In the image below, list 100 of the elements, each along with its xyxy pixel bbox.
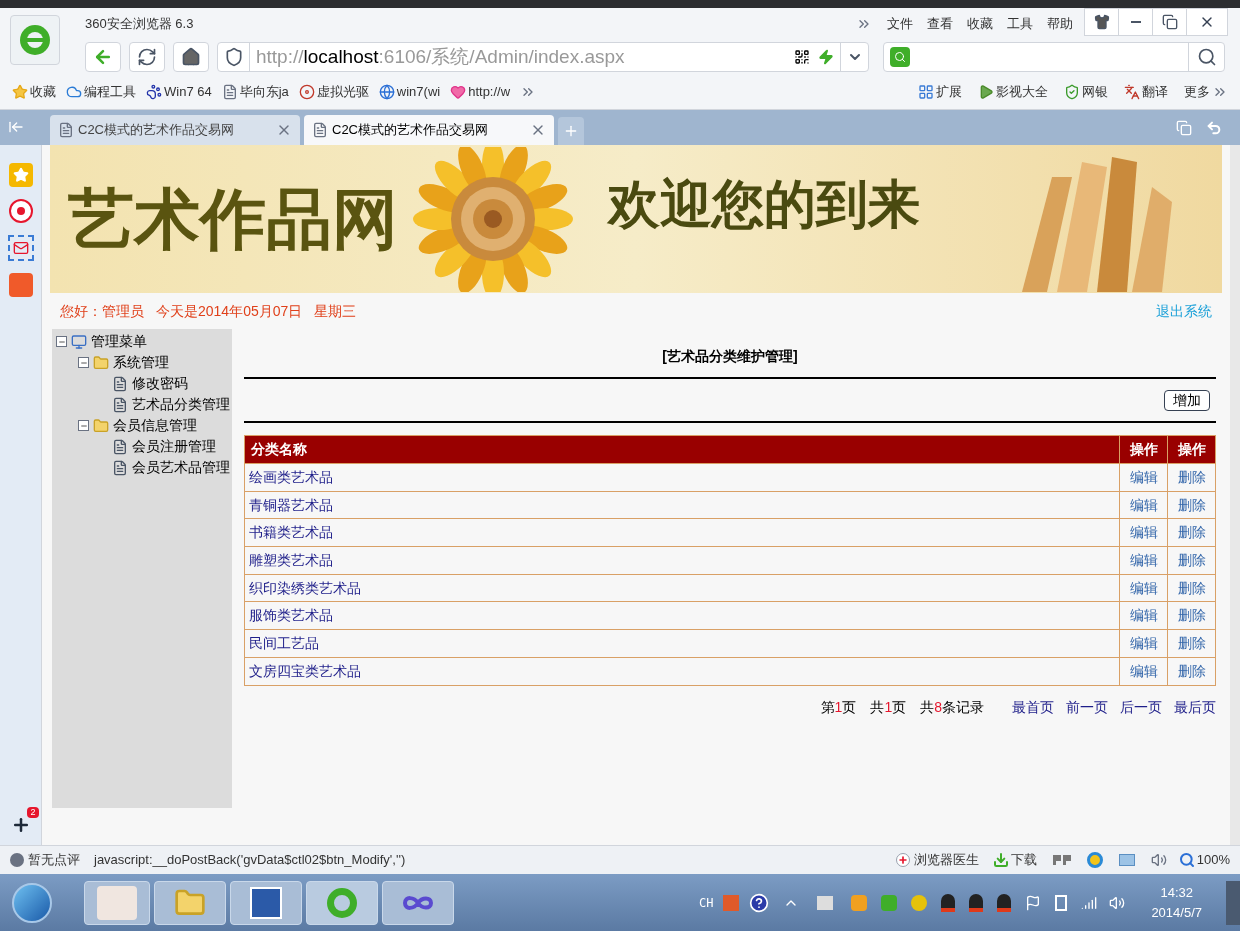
pager-link[interactable]: 后一页 xyxy=(1120,697,1162,718)
lightning-icon[interactable] xyxy=(818,49,834,65)
page-icon xyxy=(112,459,128,476)
address-bar[interactable]: http://localhost:6106/系统/Admin/index.aspx xyxy=(217,42,869,72)
bookmark-item[interactable]: http://w xyxy=(450,81,511,102)
table-cell: 绘画类艺术品 xyxy=(244,463,1120,492)
toolbar-item[interactable]: 翻译 xyxy=(1124,81,1168,102)
pager-link[interactable]: 前一页 xyxy=(1066,697,1108,718)
paw-icon xyxy=(146,83,162,100)
show-desktop-button[interactable] xyxy=(1226,880,1240,925)
bookmark-item[interactable]: 虚拟光驱 xyxy=(298,81,369,102)
shield-icon xyxy=(1064,83,1080,100)
home-button[interactable] xyxy=(173,42,209,72)
menu-item[interactable]: 查看 xyxy=(920,14,960,34)
page-heading: [艺术品分类维护管理] xyxy=(662,347,798,366)
scrollbar[interactable] xyxy=(1230,145,1240,845)
menu-item[interactable]: 工具 xyxy=(1000,14,1040,34)
mail-icon[interactable] xyxy=(7,235,34,261)
collapse-toggle[interactable] xyxy=(56,336,67,347)
play-icon xyxy=(978,83,994,100)
search-engine-icon xyxy=(894,51,906,63)
help-icon[interactable] xyxy=(749,892,770,913)
menu-item[interactable]: 修改密码 xyxy=(132,373,188,394)
collapse-toggle[interactable] xyxy=(78,357,89,368)
window-icon[interactable] xyxy=(1118,854,1135,866)
tray-app-icon[interactable] xyxy=(817,895,834,910)
table-cell: 织印染绣类艺术品 xyxy=(244,574,1120,602)
browser-logo-icon xyxy=(10,15,60,65)
language-indicator[interactable]: CH xyxy=(698,893,714,912)
restore-icon xyxy=(1161,14,1178,30)
download-button[interactable]: 下载 xyxy=(992,850,1037,870)
table-cell: 民间工艺品 xyxy=(244,629,1120,658)
download-icon xyxy=(992,852,1009,868)
translate-icon xyxy=(1124,83,1140,100)
status-link-text: javascript:__doPostBack('gvData$ctl02$btn_Modify','') xyxy=(94,851,406,870)
plus-icon xyxy=(563,123,579,139)
pager-link[interactable]: 最首页 xyxy=(1012,697,1054,718)
collapse-toggle[interactable] xyxy=(78,420,89,431)
penguin-icon[interactable] xyxy=(997,893,1012,912)
bookmark-item[interactable]: 收藏 xyxy=(12,81,56,102)
table-cell: 雕塑类艺术品 xyxy=(244,546,1120,575)
menu-item[interactable]: 会员信息管理 xyxy=(113,415,197,436)
page-icon xyxy=(112,438,128,455)
page-info: 共1页 xyxy=(870,698,907,717)
penguin-icon[interactable] xyxy=(941,893,956,912)
undo-icon[interactable] xyxy=(1206,120,1222,136)
zoom-button[interactable]: 100% xyxy=(1178,850,1230,870)
flag-icon[interactable] xyxy=(1025,894,1042,911)
sidebar-toggle-icon[interactable] xyxy=(8,119,24,135)
table-cell: 服饰类艺术品 xyxy=(244,601,1120,630)
menu-item[interactable]: 管理菜单 xyxy=(91,331,147,352)
site-title: 艺术作品网 xyxy=(68,180,398,258)
magnifier-icon xyxy=(1178,852,1195,868)
network-icon[interactable] xyxy=(1081,894,1098,911)
tab-list-icon[interactable] xyxy=(1176,120,1192,136)
bookmark-item[interactable]: 毕向东ja xyxy=(221,81,289,102)
bookmark-item[interactable]: 编程工具 xyxy=(66,81,136,102)
page-icon xyxy=(112,375,128,392)
infinity-taskbar-icon[interactable] xyxy=(382,880,454,925)
page-icon xyxy=(312,122,328,138)
toolbar-item[interactable]: 影视大全 xyxy=(978,81,1048,102)
menu-item[interactable]: 会员注册管理 xyxy=(132,436,216,457)
clock-time: 14:32 xyxy=(1160,883,1193,902)
browser-tab[interactable]: C2C模式的艺术作品交易网 xyxy=(50,115,300,145)
greeting-text: 您好：管理员 xyxy=(60,301,144,321)
taskbar-app-icon[interactable] xyxy=(84,880,150,925)
page-icon xyxy=(58,122,74,138)
volume-icon[interactable] xyxy=(1109,894,1126,911)
search-field[interactable] xyxy=(883,42,1225,72)
notification-badge: 2 xyxy=(27,807,39,818)
menu-item[interactable]: 系统管理 xyxy=(113,352,169,373)
page-info: 共8条记录 xyxy=(920,698,984,717)
menu-item[interactable]: 文件 xyxy=(880,14,920,34)
bookmark-item[interactable]: win7(wi xyxy=(378,81,441,102)
more-link[interactable]: 更多 xyxy=(1184,81,1210,102)
qr-code-icon[interactable] xyxy=(794,49,810,65)
toolbar-item[interactable]: 网银 xyxy=(1064,81,1108,102)
menu-item[interactable]: 会员艺术品管理 xyxy=(132,457,230,478)
pager-link[interactable]: 最后页 xyxy=(1174,697,1216,718)
table-cell: 书籍类艺术品 xyxy=(244,518,1120,547)
grid-icon xyxy=(918,83,934,100)
input-method-icon[interactable] xyxy=(723,894,740,911)
disc-icon xyxy=(298,83,315,100)
search-icon[interactable] xyxy=(1196,47,1217,67)
menu-item[interactable]: 帮助 xyxy=(1040,14,1080,34)
window-title: 360安全浏览器 6.3 xyxy=(85,15,194,34)
menu-item[interactable]: 收藏 xyxy=(960,14,1000,34)
volume-icon[interactable] xyxy=(1150,852,1167,868)
menu-item[interactable]: 艺术品分类管理 xyxy=(132,394,230,415)
browser-tab[interactable]: C2C模式的艺术作品交易网 xyxy=(304,115,554,145)
back-button[interactable] xyxy=(85,42,121,72)
browser-doctor-button[interactable]: 浏览器医生 xyxy=(895,850,979,870)
penguin-icon[interactable] xyxy=(969,893,984,912)
rating-icon xyxy=(10,853,24,867)
p2p-icon[interactable] xyxy=(1052,855,1071,865)
add-button[interactable]: 增加 xyxy=(1164,389,1210,411)
bookmark-item[interactable]: Win7 64 xyxy=(146,81,212,102)
refresh-button[interactable] xyxy=(129,42,165,72)
start-button[interactable] xyxy=(12,882,52,923)
toolbar-item[interactable]: 扩展 xyxy=(918,81,962,102)
